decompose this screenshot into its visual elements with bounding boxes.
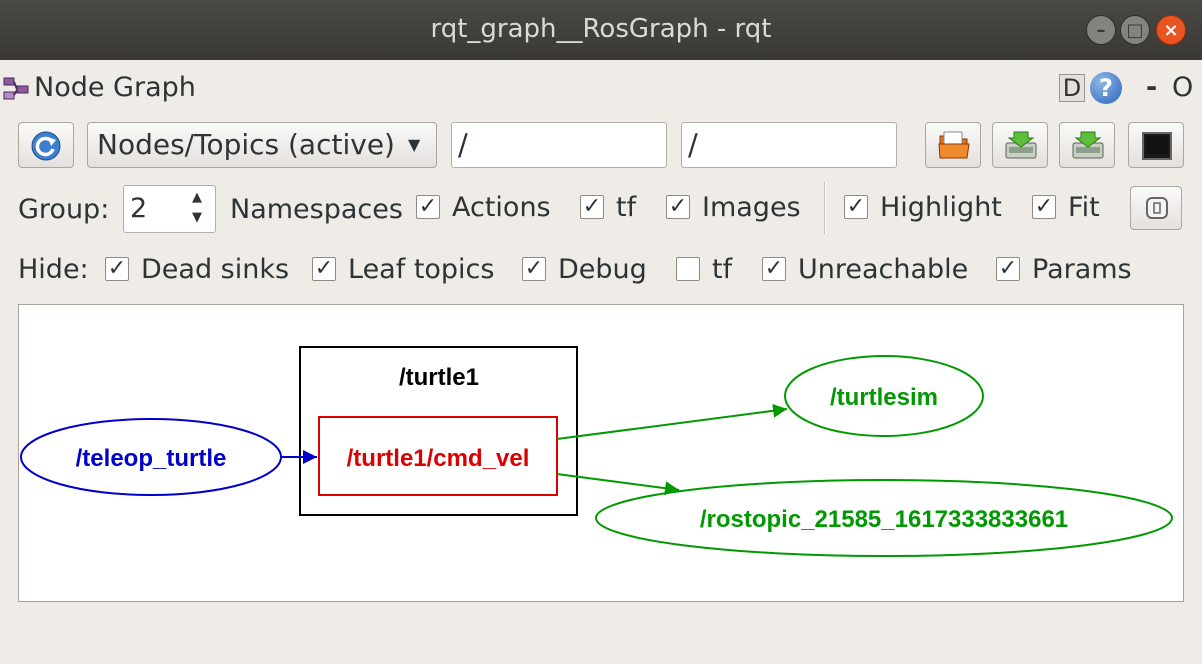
screenshot-button[interactable] bbox=[1128, 122, 1184, 168]
refresh-button[interactable] bbox=[18, 122, 74, 168]
namespace-cluster-label: /turtle1 bbox=[399, 364, 479, 391]
actions-checkbox[interactable]: ✓ bbox=[416, 195, 440, 219]
tf-hide-checkbox[interactable] bbox=[676, 257, 700, 281]
edge-topic-to-turtlesim bbox=[556, 403, 788, 440]
params-label: Params bbox=[1032, 254, 1132, 285]
subscriber-rostopic-label[interactable]: /rostopic_21585_1617333833661 bbox=[700, 506, 1068, 533]
spin-down-icon[interactable]: ▼ bbox=[192, 210, 202, 226]
graph-canvas[interactable]: /turtle1 /turtle1/cmd_vel /teleop_turtle… bbox=[18, 304, 1184, 602]
images-label: Images bbox=[702, 192, 801, 223]
chevron-down-icon: ▼ bbox=[408, 135, 421, 154]
help-button[interactable]: ? bbox=[1090, 72, 1122, 104]
plugin-dash-button[interactable]: - bbox=[1146, 72, 1157, 103]
debug-label: Debug bbox=[558, 254, 647, 285]
fit-label: Fit bbox=[1068, 192, 1100, 223]
save-svg-icon bbox=[1071, 129, 1105, 165]
highlight-label: Highlight bbox=[880, 192, 1002, 223]
group-label: Group: bbox=[18, 194, 110, 225]
node-graph-icon bbox=[2, 74, 30, 102]
graph-mode-select[interactable]: Nodes/Topics (active) ▼ bbox=[87, 122, 437, 168]
highlight-checkbox[interactable]: ✓ bbox=[844, 195, 868, 219]
dead-sinks-label: Dead sinks bbox=[141, 254, 290, 285]
actions-label: Actions bbox=[452, 192, 551, 223]
leaf-topics-checkbox[interactable]: ✓ bbox=[312, 257, 336, 281]
graph-svg: /turtle1 /turtle1/cmd_vel /teleop_turtle… bbox=[20, 346, 1173, 557]
graph-mode-value: Nodes/Topics (active) bbox=[97, 128, 395, 161]
namespaces-label: Namespaces bbox=[230, 194, 403, 225]
hide-label: Hide: bbox=[18, 254, 89, 285]
window-title: rqt_graph__RosGraph - rqt bbox=[430, 14, 772, 44]
save-dot-icon bbox=[1004, 129, 1038, 165]
save-dot-button[interactable] bbox=[992, 122, 1048, 168]
spin-up-icon[interactable]: ▲ bbox=[192, 190, 202, 206]
fit-view-button[interactable] bbox=[1130, 186, 1182, 230]
images-checkbox[interactable]: ✓ bbox=[666, 195, 690, 219]
debug-checkbox[interactable]: ✓ bbox=[522, 257, 546, 281]
leaf-topics-label: Leaf topics bbox=[348, 254, 495, 285]
edge-topic-to-rostopic bbox=[556, 473, 680, 496]
folder-open-icon bbox=[938, 130, 970, 164]
group-spinbox[interactable]: 2 ▲ ▼ bbox=[123, 185, 216, 233]
group-value: 2 bbox=[130, 193, 148, 224]
tf-group-label: tf bbox=[616, 192, 637, 223]
maximize-button[interactable]: □ bbox=[1120, 15, 1150, 45]
close-button[interactable]: × bbox=[1156, 15, 1186, 45]
plugin-close-button[interactable]: O bbox=[1172, 72, 1193, 103]
plugin-title: Node Graph bbox=[34, 72, 196, 103]
node-filter-input[interactable]: / bbox=[451, 122, 667, 168]
dead-sinks-checkbox[interactable]: ✓ bbox=[105, 257, 129, 281]
window-titlebar: rqt_graph__RosGraph - rqt – □ × bbox=[0, 0, 1202, 60]
fit-checkbox[interactable]: ✓ bbox=[1032, 195, 1056, 219]
save-svg-button[interactable] bbox=[1059, 122, 1115, 168]
params-checkbox[interactable]: ✓ bbox=[996, 257, 1020, 281]
minimize-button[interactable]: – bbox=[1086, 15, 1116, 45]
screenshot-icon bbox=[1142, 132, 1172, 164]
unreachable-label: Unreachable bbox=[798, 254, 969, 285]
topic-filter-input[interactable]: / bbox=[681, 122, 897, 168]
subscriber-turtlesim-label[interactable]: /turtlesim bbox=[830, 384, 938, 411]
tf-hide-label: tf bbox=[712, 254, 733, 285]
publisher-node-label[interactable]: /teleop_turtle bbox=[76, 445, 227, 472]
dock-button[interactable]: D bbox=[1059, 74, 1085, 102]
separator bbox=[824, 182, 826, 234]
tf-group-checkbox[interactable]: ✓ bbox=[580, 195, 604, 219]
refresh-icon bbox=[30, 130, 62, 166]
load-dot-button[interactable] bbox=[925, 122, 981, 168]
topic-node-label[interactable]: /turtle1/cmd_vel bbox=[347, 445, 530, 472]
unreachable-checkbox[interactable]: ✓ bbox=[762, 257, 786, 281]
fit-view-icon bbox=[1145, 196, 1169, 224]
